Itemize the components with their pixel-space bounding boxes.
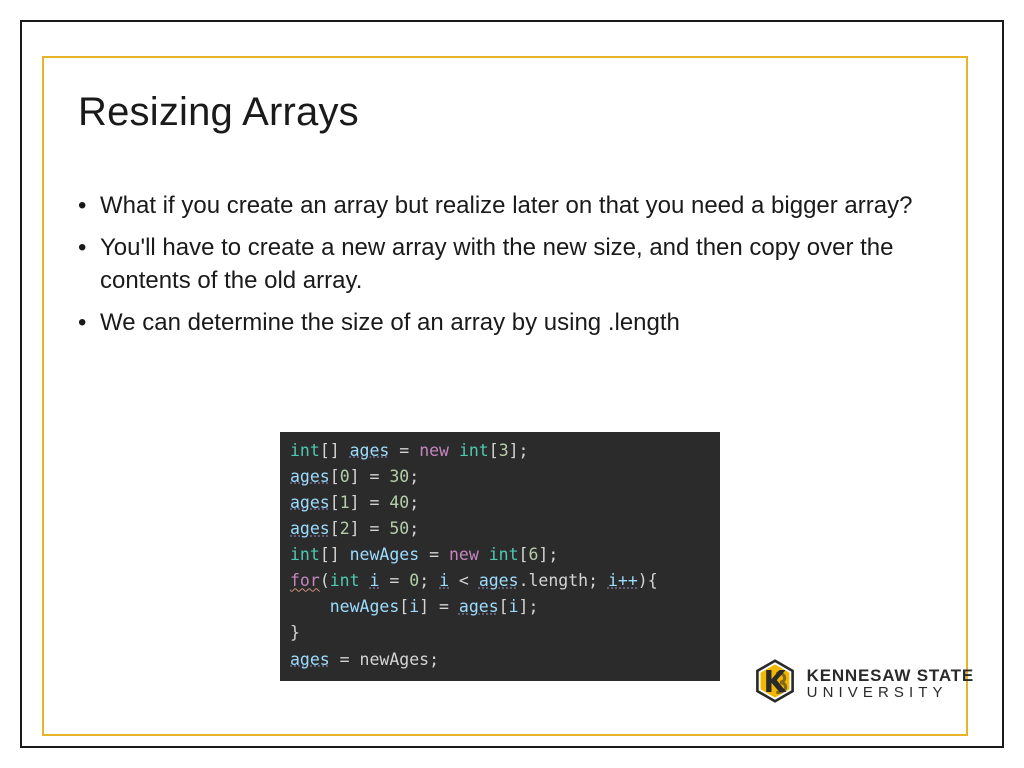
code-token: ages (350, 441, 390, 460)
bullet-item: What if you create an array but realize … (78, 190, 948, 222)
code-token: new (449, 545, 479, 564)
code-token: .length; (519, 571, 608, 590)
code-token: ] = (350, 493, 390, 512)
code-token (479, 545, 489, 564)
code-token: = (379, 571, 409, 590)
code-token (449, 441, 459, 460)
code-token: [ (399, 597, 409, 616)
code-token: [ (330, 519, 340, 538)
code-block: int[] ages = new int[3]; ages[0] = 30; a… (280, 432, 720, 681)
university-logo: KENNESAW STATE UNIVERSITY (753, 659, 974, 708)
code-token: int (330, 571, 360, 590)
code-token: 2 (340, 519, 350, 538)
code-token: newAges (350, 545, 420, 564)
code-token: ages (290, 467, 330, 486)
code-token: ; (409, 493, 419, 512)
code-token: 50 (389, 519, 409, 538)
code-token: int (290, 545, 320, 564)
logo-text: KENNESAW STATE UNIVERSITY (807, 667, 974, 700)
code-token: ]; (519, 597, 539, 616)
bullet-item: We can determine the size of an array by… (78, 307, 948, 339)
code-token: 40 (389, 493, 409, 512)
code-token: int (290, 441, 320, 460)
code-token: i++ (608, 571, 638, 590)
code-token: = newAges; (330, 650, 439, 669)
bullet-list: What if you create an array but realize … (78, 190, 948, 350)
code-token: ]; (509, 441, 529, 460)
slide-title: Resizing Arrays (78, 90, 359, 135)
code-token: [ (519, 545, 529, 564)
code-token: for (290, 571, 320, 590)
code-token: ages (290, 519, 330, 538)
code-token: ] = (350, 467, 390, 486)
code-token: i (439, 571, 449, 590)
code-token: ages (459, 597, 499, 616)
code-token: = (419, 545, 449, 564)
code-token: = (389, 441, 419, 460)
code-token: ]; (538, 545, 558, 564)
code-token (360, 571, 370, 590)
bullet-item: You'll have to create a new array with t… (78, 232, 948, 297)
code-token: 30 (389, 467, 409, 486)
code-token: ; (409, 519, 419, 538)
code-token: 6 (528, 545, 538, 564)
code-token: ( (320, 571, 330, 590)
code-token: i (409, 597, 419, 616)
code-token: [] (320, 545, 350, 564)
code-token: ] = (419, 597, 459, 616)
code-token: int (459, 441, 489, 460)
code-token: int (489, 545, 519, 564)
code-token: } (290, 623, 300, 642)
code-token: ages (290, 650, 330, 669)
code-token: [ (330, 493, 340, 512)
code-token: ] = (350, 519, 390, 538)
code-token: [ (330, 467, 340, 486)
logo-line2: UNIVERSITY (807, 685, 974, 700)
code-token: 0 (340, 467, 350, 486)
code-token: i (370, 571, 380, 590)
code-token: ages (290, 493, 330, 512)
code-token: 3 (499, 441, 509, 460)
code-token: 1 (340, 493, 350, 512)
code-token: ){ (638, 571, 658, 590)
logo-line1: KENNESAW STATE (807, 667, 974, 684)
slide: Resizing Arrays What if you create an ar… (0, 0, 1024, 768)
code-token: < (449, 571, 479, 590)
code-token: 0 (409, 571, 419, 590)
code-token: ages (479, 571, 519, 590)
code-token: new (419, 441, 449, 460)
code-token: [ (489, 441, 499, 460)
ks-mark-icon (753, 659, 797, 708)
code-token: [ (499, 597, 509, 616)
code-token: ; (419, 571, 439, 590)
code-token: newAges (290, 597, 399, 616)
code-token: ; (409, 467, 419, 486)
code-token: i (509, 597, 519, 616)
code-token: [] (320, 441, 350, 460)
